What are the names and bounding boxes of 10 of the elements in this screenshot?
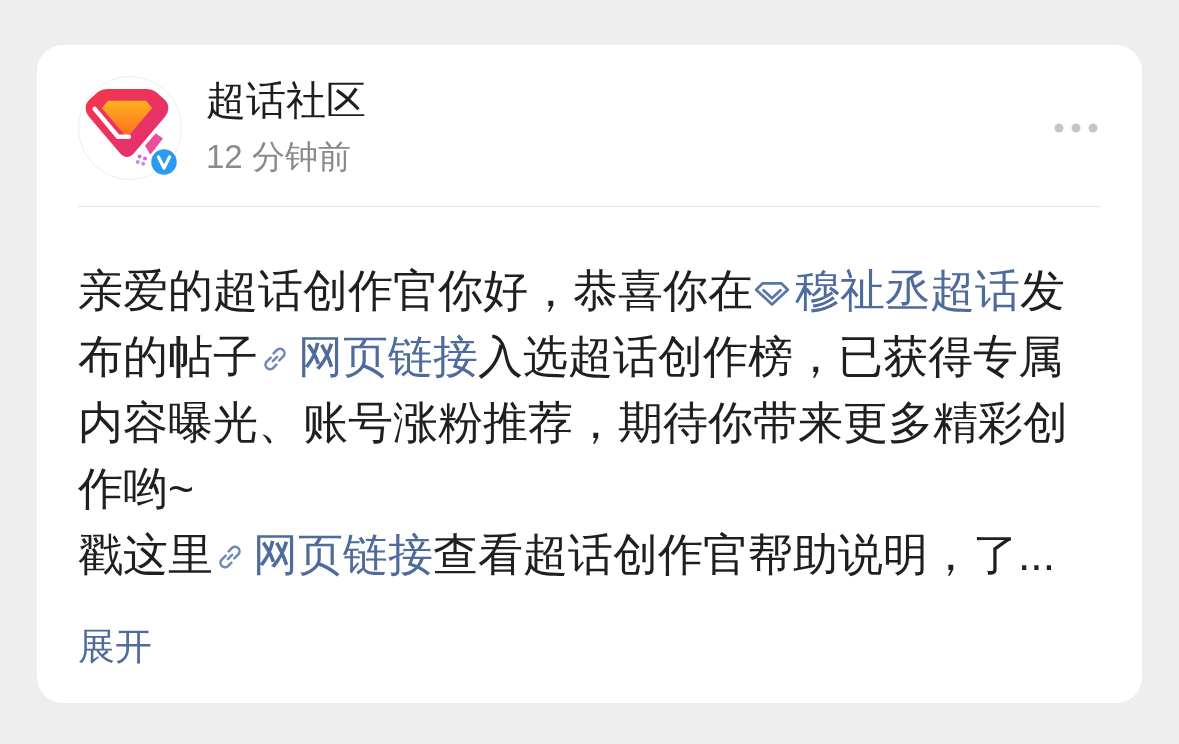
post-text: 亲爱的超话创作官你好，恭喜你在 穆祉丞超话发布的帖子 网页链接入选超话创作榜，已获得专属内容曝光、账号涨粉推荐，期待你带来更多精彩创作哟~ bbox=[78, 265, 1069, 515]
post-text: 戳这里 网页链接查看超话创作官帮助说明，了... bbox=[78, 529, 1057, 581]
expand-link[interactable]: 展开 bbox=[78, 622, 152, 672]
diamond-icon bbox=[753, 281, 791, 307]
web-link[interactable]: 网页链接 bbox=[213, 530, 433, 579]
web-link[interactable]: 网页链接 bbox=[258, 332, 478, 381]
author-name: 超话社区 bbox=[206, 77, 366, 124]
topic-link[interactable]: 穆祉丞超话 bbox=[753, 266, 1020, 315]
more-options-icon[interactable] bbox=[1053, 123, 1099, 133]
post-time: 12 分钟前 bbox=[206, 137, 352, 177]
